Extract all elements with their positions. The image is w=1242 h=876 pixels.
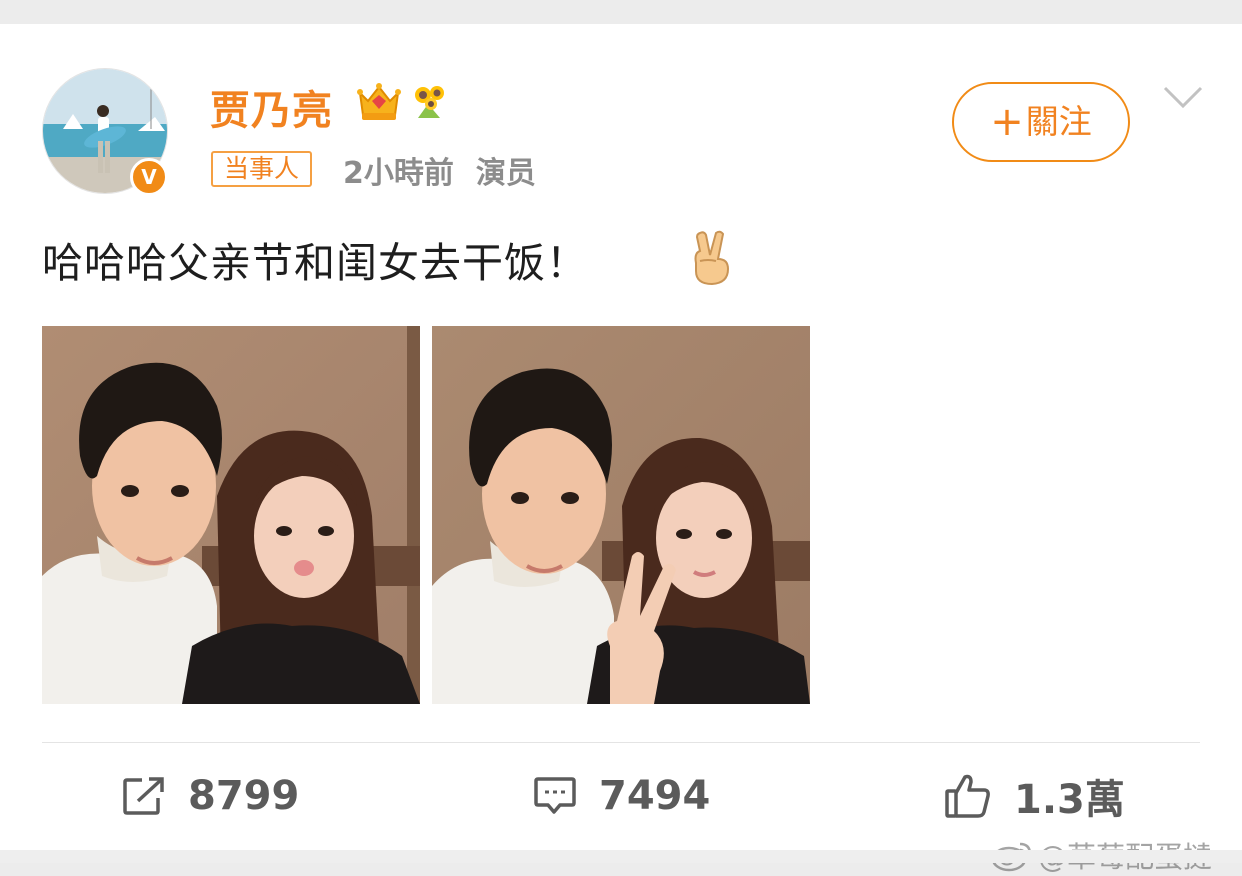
plus-icon: + [990, 99, 1024, 145]
post-meta: 2小時前 演员 [343, 148, 536, 192]
repost-count: 8799 [188, 773, 300, 819]
comment-button[interactable]: 7494 [533, 766, 710, 826]
author-name[interactable]: 贾乃亮 [210, 78, 333, 136]
chevron-down-icon[interactable] [1162, 84, 1204, 110]
like-button[interactable]: 1.3萬 [944, 766, 1125, 826]
thumbs-up-icon [945, 774, 990, 818]
like-count: 1.3萬 [1014, 777, 1125, 823]
follow-button[interactable]: +關注 [952, 82, 1130, 162]
post-time: 2小時前 [343, 156, 454, 191]
crown-icon [357, 83, 401, 120]
divider [42, 742, 1200, 743]
sunflower-icon [415, 86, 444, 118]
post-text: 哈哈哈父亲节和闺女去干饭！ [42, 239, 588, 287]
comment-count: 7494 [599, 773, 711, 819]
participant-tag: 当事人 [211, 151, 313, 187]
repost-button[interactable]: 8799 [122, 766, 299, 826]
victory-hand-icon [694, 230, 730, 286]
post-source: 演员 [475, 156, 536, 191]
follow-label: 關注 [1025, 102, 1092, 141]
weibo-post-card: V 贾乃亮 当事人 2小時前 演员 +關注 哈哈哈父亲节和闺女去干饭！ 8799… [0, 24, 1242, 874]
verified-badge: V [130, 158, 168, 196]
post-image[interactable] [42, 326, 420, 704]
repost-icon [123, 777, 164, 815]
bottom-strip [0, 850, 1242, 863]
post-image[interactable] [432, 326, 810, 704]
comment-icon [534, 777, 576, 814]
